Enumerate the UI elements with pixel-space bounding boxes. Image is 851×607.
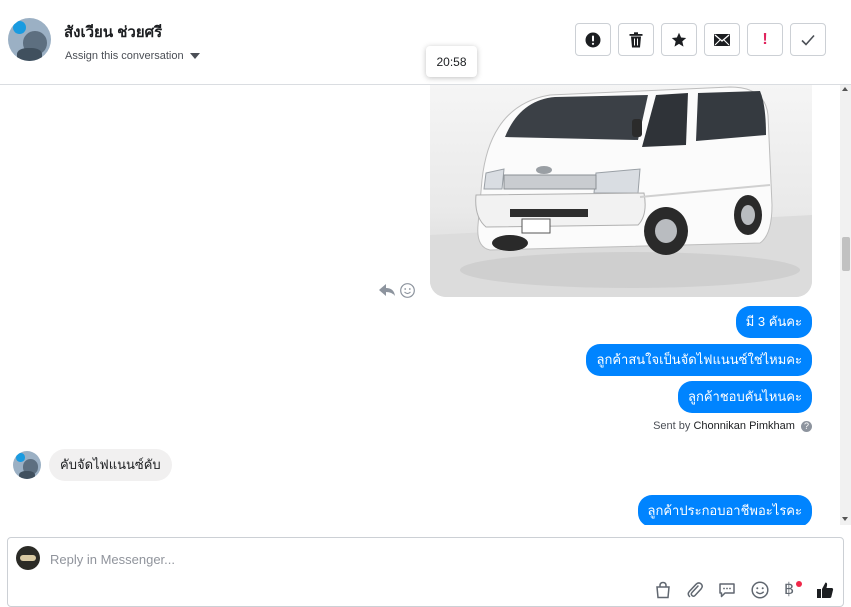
help-icon[interactable]: ? [801, 420, 812, 432]
delete-button[interactable] [618, 23, 654, 56]
mark-spam-button[interactable] [575, 23, 611, 56]
scroll-up-arrow-icon[interactable] [842, 87, 848, 91]
trash-icon [629, 31, 643, 47]
thumbs-up-icon[interactable] [816, 581, 834, 599]
envelope-icon [714, 33, 730, 46]
sent-by-prefix: Sent by [653, 420, 691, 432]
payment-baht-icon[interactable]: ฿ [784, 581, 802, 599]
outgoing-message: ลูกค้าสนใจเป็นจัดไฟแนนซ์ใช่ไหมคะ [586, 344, 812, 376]
van-photo-attachment[interactable] [430, 85, 812, 297]
caret-down-icon [189, 53, 200, 60]
alert-circle-icon [585, 32, 601, 47]
sender-name[interactable]: Chonnikan Pimkham [693, 420, 795, 432]
outgoing-message: ลูกค้าชอบคันไหนคะ [678, 381, 812, 413]
email-button[interactable] [704, 23, 740, 56]
notification-dot [796, 581, 802, 587]
scroll-down-arrow-icon[interactable] [842, 517, 848, 521]
exclamation-icon: ! [762, 30, 768, 48]
assign-label: Assign this conversation [65, 50, 184, 62]
sent-by-label: Sent by Chonnikan Pimkham ? [653, 420, 812, 432]
page-avatar [16, 546, 40, 570]
star-button[interactable] [661, 23, 697, 56]
reply-input[interactable] [50, 548, 650, 570]
contact-name[interactable]: สังเวียน ช่วยศรี [64, 20, 162, 44]
incoming-message: คับจัดไฟแนนซ์คับ [49, 449, 172, 481]
shopping-bag-icon[interactable] [654, 581, 672, 599]
timestamp-tooltip: 20:58 [426, 46, 477, 77]
outgoing-message: มี 3 คันคะ [735, 306, 812, 338]
saved-replies-icon[interactable] [718, 581, 736, 599]
contact-avatar[interactable] [8, 18, 51, 61]
reaction-smiley-icon[interactable] [400, 283, 415, 303]
van-image [430, 85, 812, 297]
checkmark-icon [801, 34, 815, 46]
mark-done-button[interactable] [790, 23, 826, 56]
incoming-sender-avatar[interactable] [13, 451, 41, 479]
thread-scrollbar[interactable] [840, 85, 851, 525]
reply-arrow-icon[interactable] [378, 283, 396, 302]
baht-glyph: ฿ [784, 581, 795, 598]
star-icon [671, 32, 687, 47]
assign-conversation-dropdown[interactable]: Assign this conversation [65, 50, 200, 62]
outgoing-message: ลูกค้าประกอบอาชีพอะไรคะ [637, 495, 812, 525]
mark-important-button[interactable]: ! [747, 23, 783, 56]
scroll-thumb[interactable] [842, 237, 850, 271]
paperclip-icon[interactable] [686, 581, 704, 599]
message-thread: มี 3 คันคะ ลูกค้าสนใจเป็นจัดไฟแนนซ์ใช่ไห… [0, 85, 840, 525]
emoji-icon[interactable] [751, 581, 769, 599]
